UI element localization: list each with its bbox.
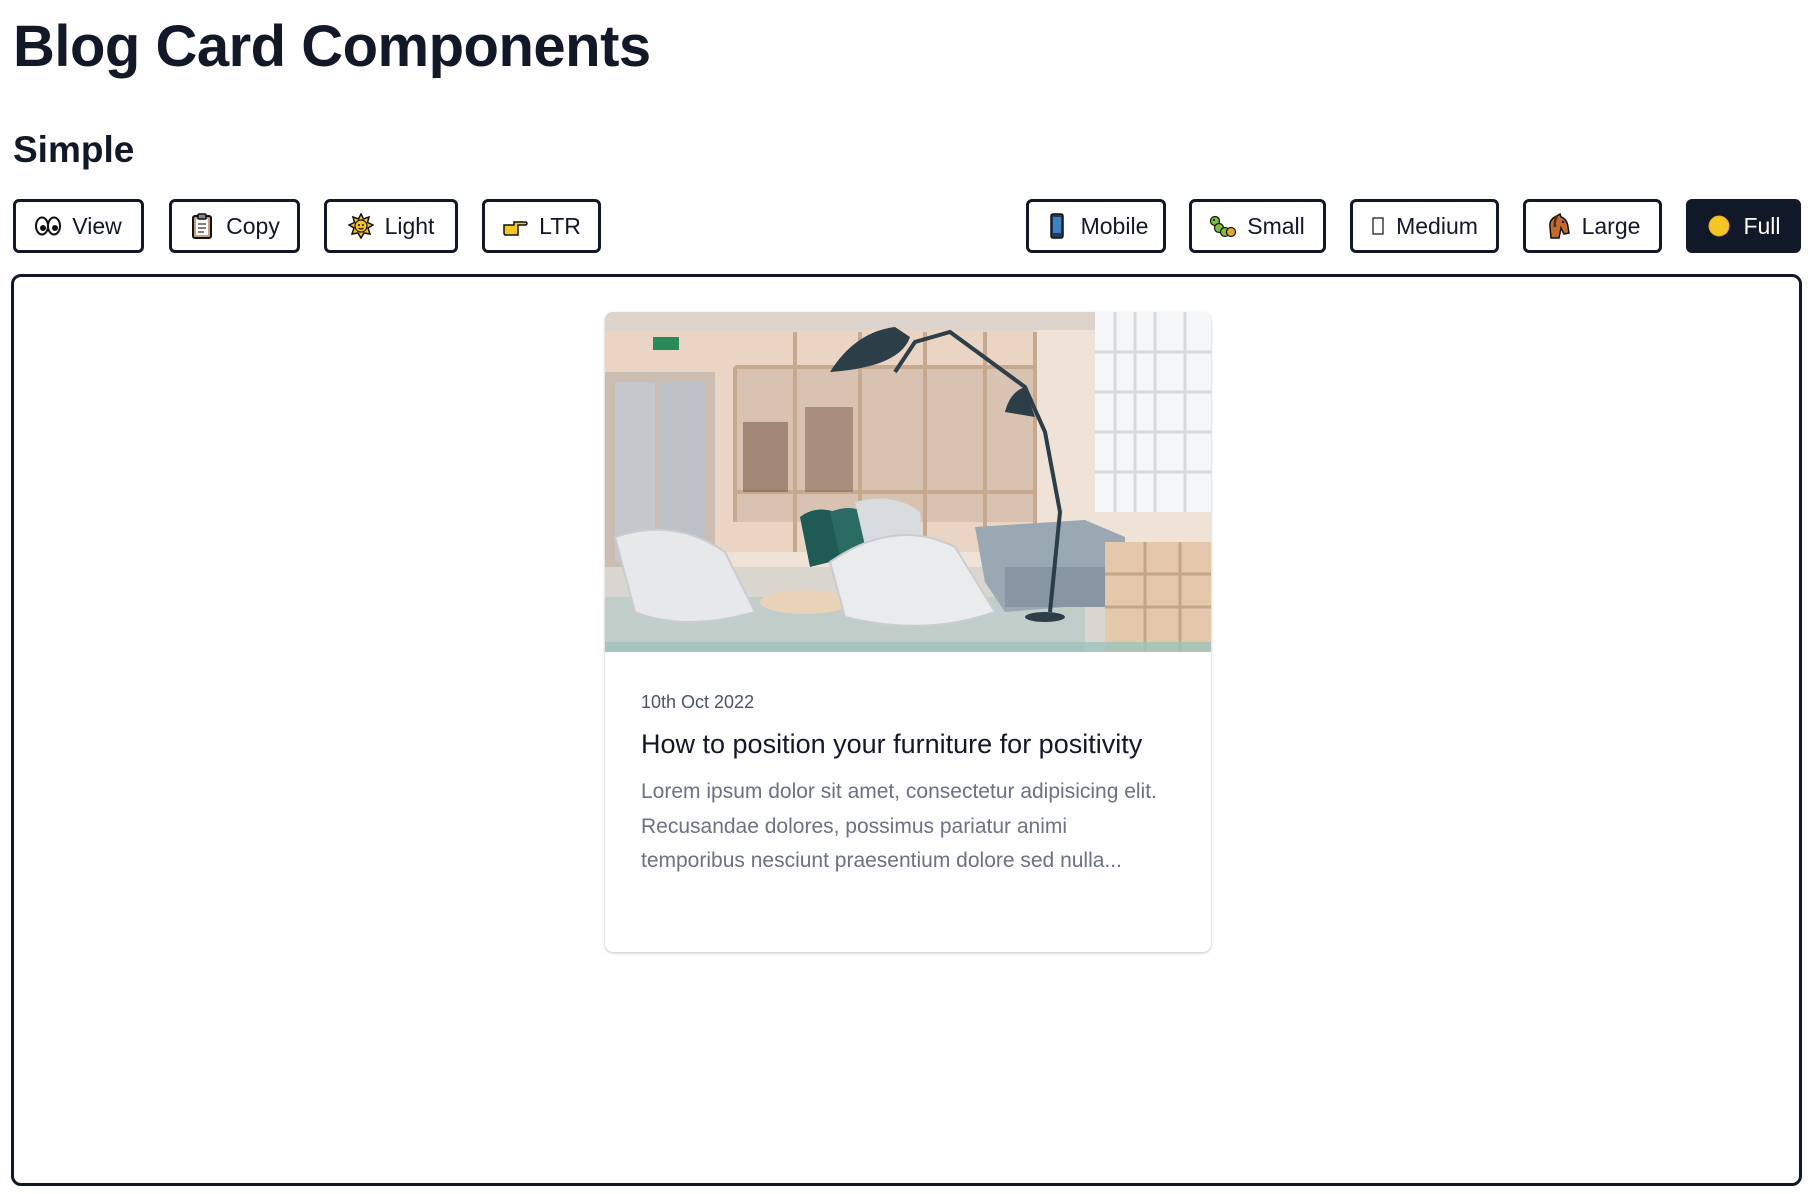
sun-icon xyxy=(347,213,374,239)
small-button[interactable]: Small xyxy=(1189,199,1326,253)
large-label: Large xyxy=(1581,212,1641,239)
blog-card-image xyxy=(605,312,1211,652)
blog-card-date: 10th Oct 2022 xyxy=(641,692,755,712)
mobile-phone-icon xyxy=(1044,213,1070,239)
light-label: Light xyxy=(384,212,435,239)
blog-card-excerpt: Lorem ipsum dolor sit amet, consectetur … xyxy=(641,780,1157,872)
mobile-label: Mobile xyxy=(1080,212,1149,239)
tablet-icon xyxy=(1371,213,1385,239)
pointing-hand-icon xyxy=(502,213,528,239)
full-label: Full xyxy=(1743,212,1781,239)
full-circle-icon xyxy=(1706,213,1732,239)
mobile-button[interactable]: Mobile xyxy=(1026,199,1166,253)
view-label: View xyxy=(72,212,122,239)
section-title: Simple xyxy=(13,129,135,170)
light-button[interactable]: Light xyxy=(324,199,458,253)
clipboard-icon xyxy=(189,213,215,239)
page-title: Blog Card Components xyxy=(13,14,651,79)
ltr-button[interactable]: LTR xyxy=(482,199,601,253)
small-label: Small xyxy=(1247,212,1305,239)
caterpillar-icon xyxy=(1210,213,1237,239)
eyes-icon xyxy=(35,213,62,239)
medium-label: Medium xyxy=(1396,212,1478,239)
medium-button[interactable]: Medium xyxy=(1350,199,1499,253)
horse-icon xyxy=(1545,213,1571,239)
copy-label: Copy xyxy=(226,212,280,239)
full-button[interactable]: Full xyxy=(1686,199,1801,253)
ltr-label: LTR xyxy=(539,212,581,239)
blog-card[interactable]: 10th Oct 2022 How to position your furni… xyxy=(605,312,1211,952)
view-button[interactable]: View xyxy=(13,199,144,253)
copy-button[interactable]: Copy xyxy=(169,199,300,253)
large-button[interactable]: Large xyxy=(1523,199,1662,253)
blog-card-title[interactable]: How to position your furniture for posit… xyxy=(641,723,1175,765)
